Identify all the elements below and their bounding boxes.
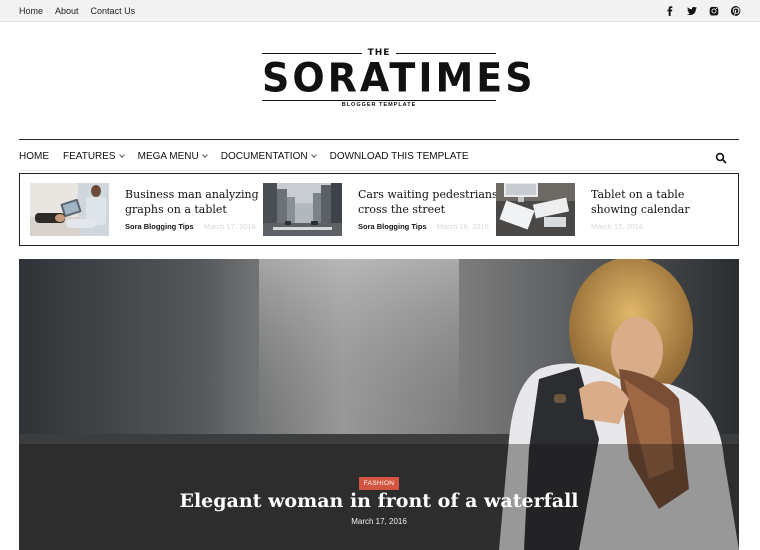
nav-items: HOME FEATURES MEGA MENU DOCUMENTATION DO…	[19, 140, 483, 172]
post-thumbnail[interactable]	[496, 183, 575, 236]
site-logo[interactable]: THE SORATIMES BLOGGER TEMPLATE	[262, 46, 536, 114]
nav-item-label: DOCUMENTATION	[220, 150, 308, 162]
hero-date: March 17, 2016	[351, 517, 407, 526]
post-thumbnail[interactable]	[263, 183, 342, 236]
post-meta: Sora Blogging Tips March 17, 2016	[125, 222, 256, 231]
logo-subtitle: BLOGGER TEMPLATE	[341, 102, 417, 108]
top-link-home[interactable]: Home	[19, 6, 43, 16]
search-icon[interactable]	[715, 151, 727, 164]
logo-rule-bottom	[262, 100, 496, 101]
nav-item-download[interactable]: DOWNLOAD THIS TEMPLATE	[330, 151, 469, 162]
top-links: Home About Contact Us	[19, 0, 135, 22]
logo-title: SORATIMES	[262, 54, 536, 102]
featured-card[interactable]: Tablet on a table showing calendar March…	[496, 183, 726, 237]
hero-post[interactable]: FASHION Elegant woman in front of a wate…	[19, 259, 739, 550]
post-title[interactable]: Tablet on a table showing calendar	[591, 187, 731, 217]
nav-item-label: HOME	[19, 150, 49, 162]
top-link-contact[interactable]: Contact Us	[91, 6, 136, 16]
nav-item-features[interactable]: FEATURES	[63, 150, 125, 162]
facebook-icon[interactable]	[664, 5, 676, 17]
post-thumbnail[interactable]	[30, 183, 109, 236]
nav-item-label: DOWNLOAD THIS TEMPLATE	[329, 150, 469, 162]
post-title[interactable]: Business man analyzing graphs on a table…	[125, 187, 265, 217]
chevron-down-icon	[310, 151, 317, 158]
nav-item-documentation[interactable]: DOCUMENTATION	[220, 150, 317, 162]
chevron-down-icon	[201, 151, 208, 158]
post-date: March 17, 2016	[203, 222, 256, 231]
social-links	[664, 0, 742, 22]
chevron-down-icon	[118, 151, 125, 158]
post-meta: Sora Blogging Tips March 16, 2016	[358, 222, 489, 231]
twitter-icon[interactable]	[686, 5, 698, 17]
featured-card[interactable]: Business man analyzing graphs on a table…	[30, 183, 260, 237]
featured-posts: Business man analyzing graphs on a table…	[19, 173, 739, 246]
post-title[interactable]: Cars waiting pedestrians cross the stree…	[358, 187, 498, 217]
post-date: March 16, 2016	[436, 222, 489, 231]
featured-card[interactable]: Cars waiting pedestrians cross the stree…	[263, 183, 498, 237]
top-link-about[interactable]: About	[55, 6, 79, 16]
post-date: March 15, 2016	[591, 222, 644, 231]
hero-category: FASHION	[19, 472, 739, 490]
post-meta: March 15, 2016	[591, 222, 643, 231]
nav-item-label: FEATURES	[63, 150, 116, 162]
pinterest-icon[interactable]	[730, 5, 742, 17]
nav-item-mega-menu[interactable]: MEGA MENU	[137, 150, 208, 162]
post-author[interactable]: Sora Blogging Tips	[125, 222, 194, 231]
nav-item-home[interactable]: HOME	[19, 151, 49, 162]
hero-title[interactable]: Elegant woman in front of a waterfall	[19, 490, 739, 512]
nav-item-label: MEGA MENU	[137, 150, 199, 162]
instagram-icon[interactable]	[708, 5, 720, 17]
category-badge[interactable]: FASHION	[358, 477, 400, 490]
main-nav: HOME FEATURES MEGA MENU DOCUMENTATION DO…	[19, 139, 739, 171]
post-author[interactable]: Sora Blogging Tips	[358, 222, 427, 231]
top-bar: Home About Contact Us	[0, 0, 760, 22]
